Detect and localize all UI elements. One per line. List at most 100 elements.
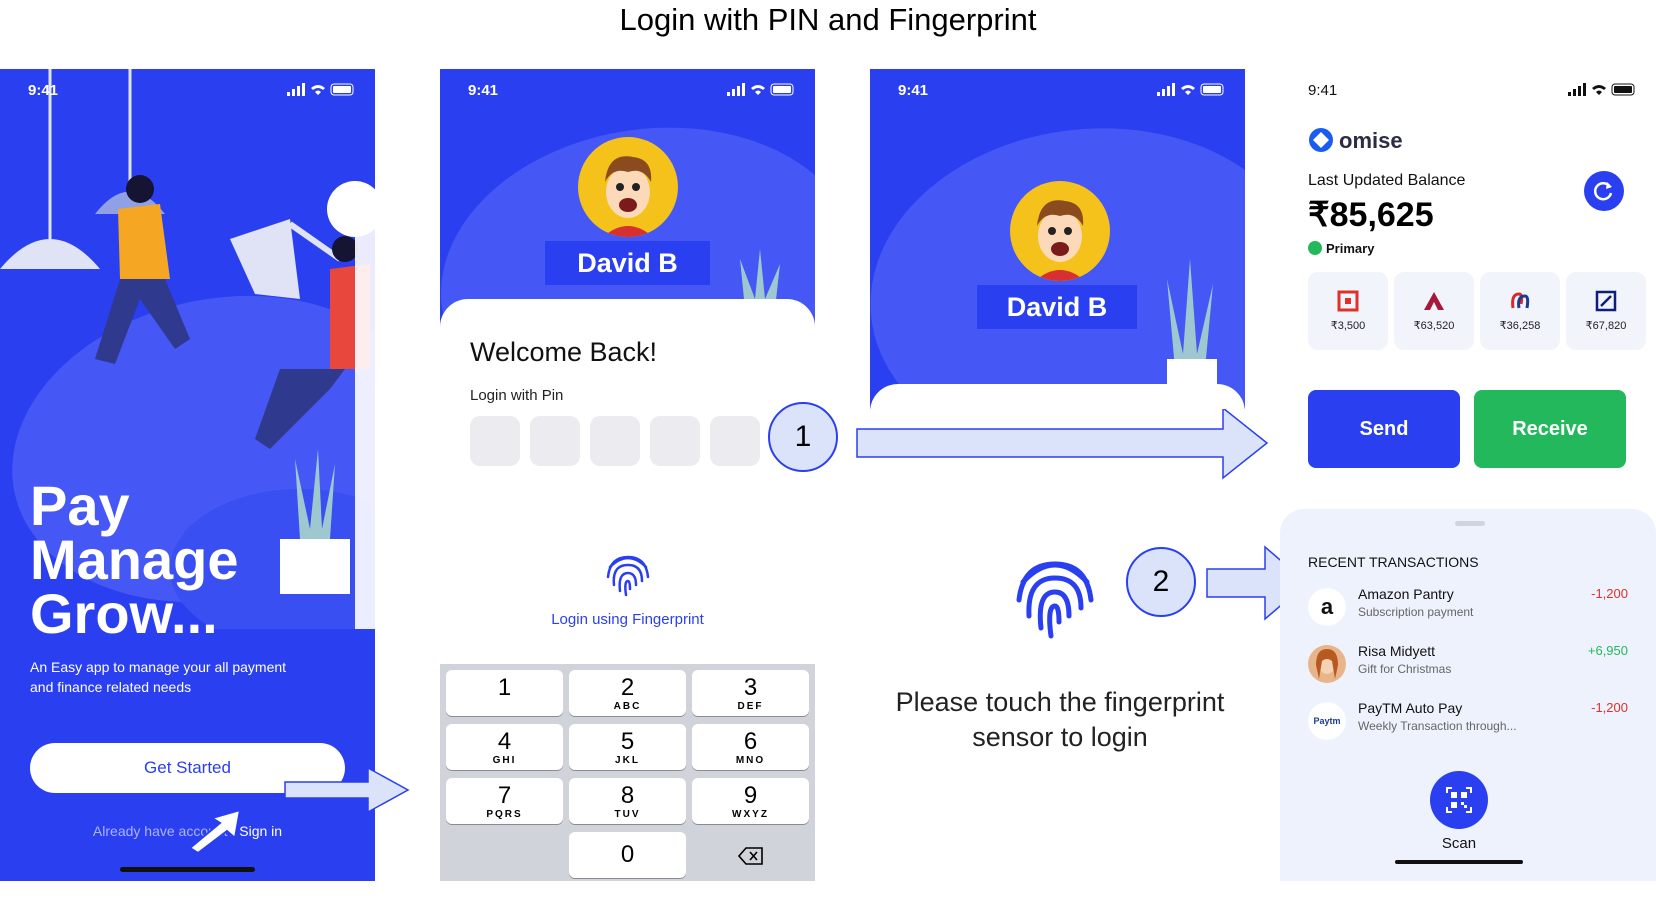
key-2[interactable]: 2 ABC xyxy=(569,670,686,716)
bank-card[interactable]: ₹67,820 xyxy=(1566,272,1646,350)
key-letters: PQRS xyxy=(486,809,523,820)
bank-card[interactable]: ₹36,258 xyxy=(1480,272,1560,350)
paytm-icon: Paytm xyxy=(1308,702,1346,740)
key-4[interactable]: 4 GHI xyxy=(446,724,563,770)
balance-label: Last Updated Balance xyxy=(1308,172,1466,189)
delete-key[interactable] xyxy=(692,832,809,878)
bank-card[interactable]: ₹63,520 xyxy=(1394,272,1474,350)
bank-amount: ₹36,258 xyxy=(1499,320,1541,332)
brand-logo: omise xyxy=(1308,127,1403,154)
user-name: David B xyxy=(977,285,1137,329)
status-time: 9:41 xyxy=(28,82,59,99)
key-9[interactable]: 9 WXYZ xyxy=(692,778,809,824)
pin-box[interactable] xyxy=(650,416,700,466)
transaction-amount: -1,200 xyxy=(1591,586,1628,601)
key-number: 0 xyxy=(620,841,635,868)
pin-box[interactable] xyxy=(710,416,760,466)
status-time: 9:41 xyxy=(898,82,929,99)
key-number: 7 xyxy=(497,782,512,809)
transaction-detail: Subscription payment xyxy=(1358,605,1474,619)
account-type-label: Primary xyxy=(1326,241,1375,256)
key-8[interactable]: 8 TUV xyxy=(569,778,686,824)
status-bar: 9:41 xyxy=(0,69,375,113)
person-avatar xyxy=(1308,645,1346,683)
status-time: 9:41 xyxy=(468,82,499,99)
key-6[interactable]: 6 MNO xyxy=(692,724,809,770)
pin-box[interactable] xyxy=(530,416,580,466)
transaction-name: PayTM Auto Pay xyxy=(1358,700,1463,716)
axis-bank-icon xyxy=(1424,292,1444,310)
headline: Pay Manage Grow... xyxy=(30,478,239,645)
pin-login-screen: 9:41 David B Welcome Back! Login with Pi… xyxy=(440,69,815,881)
backspace-icon xyxy=(737,847,763,865)
fingerprint-login-link[interactable]: Login using Fingerprint xyxy=(440,611,815,628)
avatar xyxy=(1010,181,1110,281)
bank-card[interactable]: ₹3,500 xyxy=(1308,272,1388,350)
transaction-row[interactable]: Paytm PayTM Auto Pay Weekly Transaction … xyxy=(1308,700,1648,744)
key-number: 9 xyxy=(743,782,758,809)
omise-logo-icon xyxy=(1309,128,1333,152)
key-5[interactable]: 5 JKL xyxy=(569,724,686,770)
onboarding-screen: 9:41 Pay Manage Grow... An Easy app to m… xyxy=(0,69,375,881)
diagram-title: Login with PIN and Fingerprint xyxy=(619,2,1037,37)
pin-box[interactable] xyxy=(590,416,640,466)
key-number: 1 xyxy=(497,674,512,701)
user-name: David B xyxy=(545,241,710,285)
headline-line: Grow... xyxy=(30,582,218,645)
numeric-keypad: 1 2 ABC 3 DEF 4 GHI 5 JKL 6 MNO 7 PQRS 8 TUV 9W… xyxy=(440,664,815,881)
transaction-row[interactable]: a Amazon Pantry Subscription payment -1,… xyxy=(1308,586,1648,630)
fingerprint-screen: 9:41 David B xyxy=(870,69,1245,409)
welcome-heading: Welcome Back! xyxy=(470,337,658,367)
status-time: 9:41 xyxy=(1308,82,1338,99)
transaction-detail: Gift for Christmas xyxy=(1358,662,1452,676)
fingerprint-icon[interactable] xyxy=(1013,548,1097,642)
home-indicator xyxy=(1395,860,1523,864)
key-number: 8 xyxy=(620,782,635,809)
pointer-arrow xyxy=(188,808,242,853)
amazon-icon: a xyxy=(1308,588,1346,626)
avatar xyxy=(578,137,678,237)
key-3[interactable]: 3 DEF xyxy=(692,670,809,716)
key-number: 3 xyxy=(743,674,758,701)
brand-name: omise xyxy=(1339,128,1403,153)
key-letters: MNO xyxy=(735,755,766,766)
key-number: 5 xyxy=(620,728,635,755)
fingerprint-icon[interactable] xyxy=(604,549,652,599)
receive-button[interactable]: Receive xyxy=(1474,390,1626,468)
send-button[interactable]: Send xyxy=(1308,390,1460,468)
login-card xyxy=(870,384,1245,409)
bank-amount: ₹67,820 xyxy=(1585,320,1627,332)
scan-button[interactable] xyxy=(1430,771,1488,829)
step-badge: 2 xyxy=(1126,547,1196,617)
status-bar: 9:41 xyxy=(870,69,1245,113)
status-icons xyxy=(287,83,357,102)
status-icons xyxy=(727,83,797,102)
key-7[interactable]: 7 PQRS xyxy=(446,778,563,824)
bank-amount: ₹3,500 xyxy=(1330,320,1366,332)
status-icons xyxy=(1157,83,1227,102)
refresh-icon xyxy=(1593,182,1613,201)
headline-line: Manage xyxy=(30,528,239,591)
transaction-amount: -1,200 xyxy=(1591,700,1628,715)
status-bar: 9:41 xyxy=(1280,69,1656,113)
drag-handle[interactable] xyxy=(1455,521,1485,526)
key-0[interactable]: 0 xyxy=(569,832,686,878)
pin-box[interactable] xyxy=(470,416,520,466)
transaction-name: Risa Midyett xyxy=(1358,643,1436,659)
union-bank-icon xyxy=(1511,292,1530,309)
balance-amount: ₹85,625 xyxy=(1308,196,1434,234)
deutsche-bank-icon xyxy=(1595,290,1617,312)
key-letters: WXYZ xyxy=(732,809,769,820)
key-number: 2 xyxy=(620,674,635,701)
refresh-button[interactable] xyxy=(1584,171,1624,211)
dashboard-screen: 9:41 omise Last Updated Balance ₹85,625 … xyxy=(1280,69,1656,881)
status-bar: 9:41 xyxy=(440,69,815,113)
key-1[interactable]: 1 xyxy=(446,670,563,716)
transaction-row[interactable]: Risa Midyett Gift for Christmas +6,950 xyxy=(1308,643,1648,687)
key-letters: GHI xyxy=(492,755,517,766)
touch-sensor-message: Please touch the fingerprint sensor to l… xyxy=(895,687,1225,752)
account-type: Primary xyxy=(1308,241,1374,256)
key-letters: DEF xyxy=(737,701,764,712)
key-number: 4 xyxy=(497,728,512,755)
home-indicator xyxy=(120,867,255,872)
